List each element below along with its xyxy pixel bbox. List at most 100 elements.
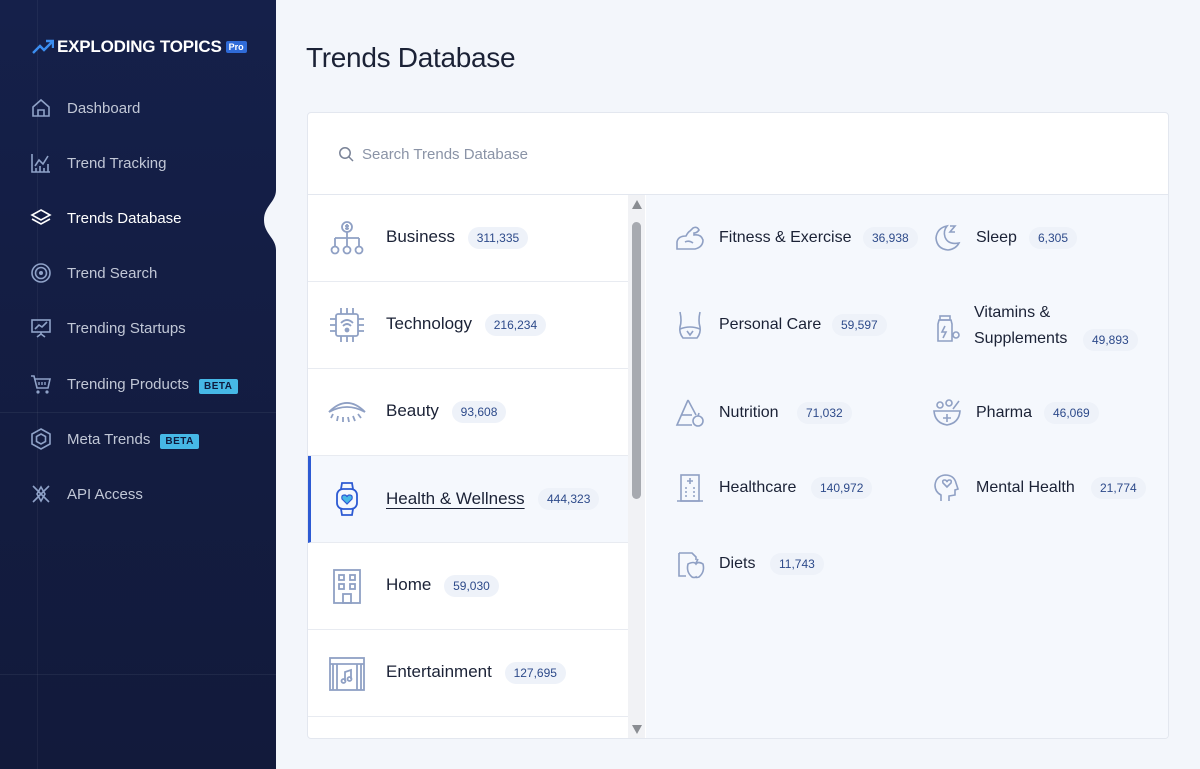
beta-badge: BETA bbox=[199, 378, 238, 394]
category-name: Entertainment 127,695 bbox=[386, 662, 566, 684]
sidebar-item-trending-products[interactable]: Trending Products BETA bbox=[0, 364, 276, 404]
subcategory-label: Mental Health bbox=[976, 479, 1075, 496]
subcategory-mental-health[interactable]: Mental Health 21,774 bbox=[931, 472, 1161, 504]
count-badge: 46,069 bbox=[1044, 402, 1099, 424]
count-badge: 127,695 bbox=[504, 662, 566, 684]
scroll-down-arrow-icon[interactable] bbox=[632, 725, 642, 734]
subcategory-label: Sleep bbox=[976, 229, 1017, 246]
grid-line bbox=[0, 412, 276, 413]
cart-icon bbox=[30, 373, 52, 395]
sidebar-item-label: Trend Search bbox=[67, 264, 158, 282]
count-badge: 11,743 bbox=[770, 553, 824, 575]
page-title: Trends Database bbox=[306, 42, 516, 73]
category-list: Business 311,335 Technology 216,234 Beau… bbox=[308, 195, 628, 738]
hospital-icon bbox=[674, 472, 706, 504]
count-badge: 59,597 bbox=[832, 314, 887, 336]
beta-badge: BETA bbox=[160, 433, 199, 449]
head-heart-icon bbox=[931, 472, 963, 504]
subcategory-sleep[interactable]: Sleep 6,305 bbox=[931, 222, 1131, 254]
count-badge: 6,305 bbox=[1029, 227, 1078, 249]
category-technology[interactable]: Technology 216,234 bbox=[308, 282, 628, 369]
scroll-thumb[interactable] bbox=[632, 222, 641, 499]
grid-line bbox=[0, 674, 276, 675]
subcategory-pharma[interactable]: Pharma 46,069 bbox=[931, 397, 1131, 429]
category-entertainment[interactable]: Entertainment 127,695 bbox=[308, 630, 628, 717]
subcategory-diets[interactable]: Diets 11,743 bbox=[674, 548, 874, 580]
theater-icon bbox=[327, 653, 367, 693]
count-badge: 21,774 bbox=[1091, 477, 1146, 499]
category-label: Home bbox=[386, 575, 432, 594]
subcategory-label: Diets bbox=[719, 555, 756, 572]
nav-text: Meta Trends bbox=[67, 430, 151, 448]
sidebar-item-meta-trends[interactable]: Meta Trends BETA bbox=[0, 419, 276, 459]
search-bar bbox=[308, 113, 1168, 195]
category-label: Beauty bbox=[386, 401, 439, 420]
category-home[interactable]: Home 59,030 bbox=[308, 543, 628, 630]
category-label: Entertainment bbox=[386, 662, 492, 681]
sidebar-item-trends-database[interactable]: Trends Database bbox=[0, 198, 276, 238]
subcategory-label: Nutrition bbox=[719, 404, 779, 421]
category-name: Business 311,335 bbox=[386, 227, 529, 249]
category-beauty[interactable]: Beauty 93,608 bbox=[308, 369, 628, 456]
category-label: Business bbox=[386, 227, 455, 246]
sidebar-item-label: Trends Database bbox=[67, 209, 182, 227]
count-badge: 311,335 bbox=[467, 227, 529, 249]
chip-icon bbox=[327, 305, 367, 345]
count-badge: 49,893 bbox=[1083, 329, 1138, 351]
category-label: Health & Wellness bbox=[386, 489, 525, 508]
count-badge: 93,608 bbox=[451, 401, 507, 423]
home-icon bbox=[30, 97, 52, 119]
count-badge: 71,032 bbox=[797, 402, 852, 424]
subcategory-personal-care[interactable]: Personal Care 59,597 bbox=[674, 309, 924, 341]
count-badge: 59,030 bbox=[444, 575, 499, 597]
smartwatch-heart-icon bbox=[327, 479, 367, 519]
bottle-icon bbox=[931, 313, 963, 345]
search-input[interactable] bbox=[362, 139, 1062, 169]
sidebar-item-label: Trending Products BETA bbox=[67, 376, 238, 394]
sidebar-item-label: Trend Tracking bbox=[67, 154, 167, 172]
sidebar-item-label: Meta Trends BETA bbox=[67, 430, 199, 449]
moon-zzz-icon bbox=[931, 222, 963, 254]
subcategory-label: Healthcare bbox=[719, 479, 797, 496]
category-health-wellness[interactable]: Health & Wellness 444,323 bbox=[308, 456, 628, 543]
subcategory-label: Pharma bbox=[976, 404, 1033, 421]
chart-icon bbox=[30, 152, 52, 174]
sidebar-item-label: Trending Startups bbox=[67, 319, 186, 337]
subcategory-label-line2: Supplements bbox=[974, 330, 1068, 347]
brand-logo[interactable]: EXPLODING TOPICS Pro bbox=[32, 37, 247, 57]
layers-icon bbox=[30, 207, 52, 229]
subcategory-label: Fitness & Exercise bbox=[719, 229, 852, 246]
subcategory-fitness-exercise[interactable]: Fitness & Exercise 36,938 bbox=[674, 222, 924, 254]
sidebar-item-label: Dashboard bbox=[67, 99, 141, 117]
subcategory-grid: Fitness & Exercise 36,938 Sleep 6,305 Pe… bbox=[646, 195, 1168, 738]
active-indicator-notch bbox=[264, 190, 290, 250]
apple-note-icon bbox=[674, 548, 706, 580]
category-name: Home 59,030 bbox=[386, 575, 499, 597]
category-scrollbar[interactable] bbox=[628, 195, 645, 738]
triangle-apple-icon bbox=[674, 397, 706, 429]
pro-badge: Pro bbox=[225, 41, 247, 53]
subcategory-label: Personal Care bbox=[719, 316, 822, 333]
count-badge: 36,938 bbox=[863, 227, 918, 249]
scroll-up-arrow-icon[interactable] bbox=[632, 200, 642, 209]
sidebar: EXPLODING TOPICS Pro Dashboard Trend Tra… bbox=[0, 0, 276, 769]
sidebar-item-api-access[interactable]: API Access bbox=[0, 474, 276, 514]
category-business[interactable]: Business 311,335 bbox=[308, 195, 628, 282]
network-icon bbox=[30, 483, 52, 505]
subcategory-label: Vitamins & bbox=[974, 304, 1051, 321]
subcategory-healthcare[interactable]: Healthcare 140,972 bbox=[674, 472, 924, 504]
arm-muscle-icon bbox=[674, 222, 706, 254]
sidebar-item-dashboard[interactable]: Dashboard bbox=[0, 88, 276, 128]
eye-lash-icon bbox=[327, 392, 367, 432]
body-icon bbox=[674, 309, 706, 341]
count-badge: 444,323 bbox=[538, 488, 600, 510]
presentation-icon bbox=[30, 317, 52, 339]
subcategory-nutrition[interactable]: Nutrition 71,032 bbox=[674, 397, 924, 429]
subcategory-vitamins-supplements[interactable]: Vitamins & Supplements 49,893 bbox=[931, 299, 1161, 355]
sidebar-item-trend-tracking[interactable]: Trend Tracking bbox=[0, 143, 276, 183]
sidebar-item-trend-search[interactable]: Trend Search bbox=[0, 253, 276, 293]
count-badge: 140,972 bbox=[811, 477, 873, 499]
sidebar-item-trending-startups[interactable]: Trending Startups bbox=[0, 308, 276, 348]
sidebar-item-label: API Access bbox=[67, 485, 143, 503]
brand-name: EXPLODING TOPICS bbox=[57, 37, 222, 56]
